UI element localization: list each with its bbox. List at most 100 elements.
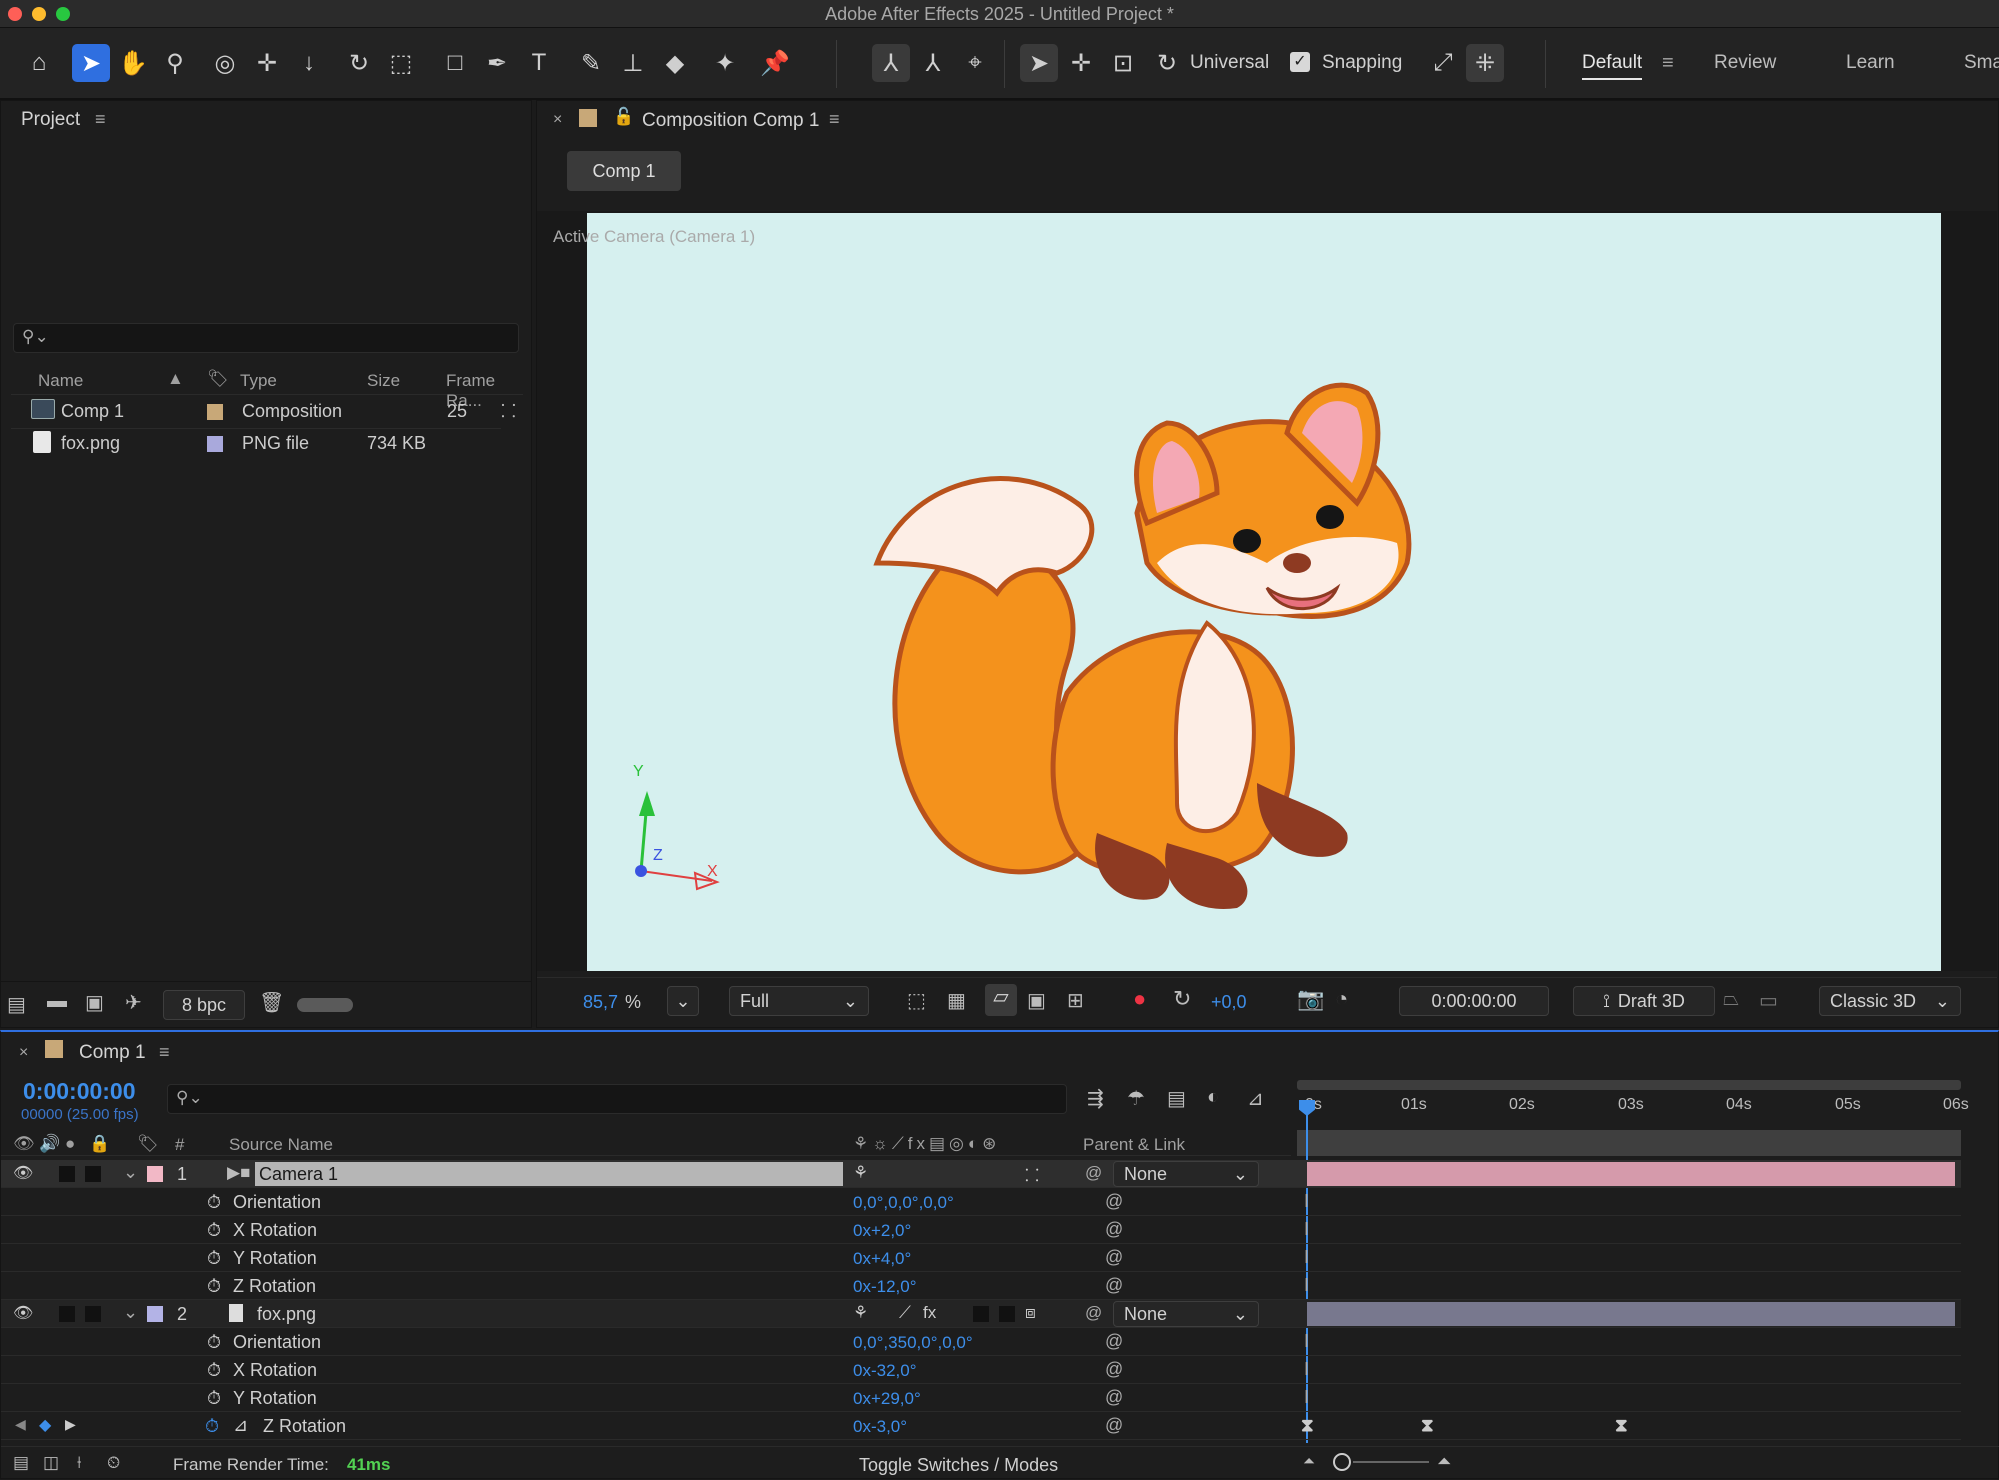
property-value[interactable]: 0,0°,350,0°,0,0° bbox=[853, 1333, 973, 1353]
label-color-swatch[interactable] bbox=[207, 436, 223, 452]
frame-blending-icon[interactable]: ▤ bbox=[1167, 1086, 1186, 1111]
column-name[interactable]: Name bbox=[38, 371, 83, 391]
close-panel-icon[interactable]: × bbox=[19, 1044, 28, 1062]
property-value[interactable]: 0x-32,0° bbox=[853, 1361, 917, 1381]
layer-row-fox[interactable]: 👁 ⌄ 2 fox.png ⚘ ⟋ fx ⧈ @ None ⌄ bbox=[1, 1300, 1961, 1328]
flowchart-icon[interactable]: ⸬ bbox=[501, 399, 516, 423]
3d-layer-switch-icon[interactable]: ⧈ bbox=[1025, 1303, 1036, 1323]
pick-whip-icon[interactable]: @ bbox=[1085, 1163, 1102, 1183]
expression-icon[interactable]: @ bbox=[1105, 1275, 1123, 1296]
viewer-area[interactable]: Active Camera (Camera 1) Y Z X bbox=[537, 211, 1997, 971]
lock-checkbox[interactable] bbox=[85, 1166, 101, 1182]
property-row-animated[interactable]: ◀ ◆ ▶ ⏱ ⊿ Z Rotation 0x-3,0° @ ⧗ ⧗ ⧗ bbox=[1, 1412, 1961, 1440]
region-of-interest-icon[interactable]: ⬚ bbox=[907, 988, 926, 1013]
property-value[interactable]: 0x+4,0° bbox=[853, 1249, 911, 1269]
expression-icon[interactable]: @ bbox=[1105, 1219, 1123, 1240]
world-axis-mode-icon[interactable]: ⅄ bbox=[914, 44, 952, 82]
3d-view-icon[interactable]: ⏥ bbox=[985, 984, 1017, 1016]
zoom-dropdown[interactable]: ⌄ bbox=[667, 986, 699, 1016]
close-panel-icon[interactable]: × bbox=[553, 111, 562, 129]
property-value[interactable]: 0x+2,0° bbox=[853, 1221, 911, 1241]
column-source-name[interactable]: Source Name bbox=[229, 1135, 333, 1155]
workspace-review[interactable]: Review bbox=[1714, 52, 1776, 74]
stopwatch-icon[interactable]: ⏱ bbox=[207, 1360, 221, 1381]
ground-plane-icon[interactable]: ⏢ bbox=[1723, 988, 1739, 1011]
eye-icon[interactable]: 👁 bbox=[13, 1303, 33, 1323]
zoom-in-icon[interactable]: ⏶ bbox=[1437, 1451, 1451, 1472]
hand-tool-icon[interactable]: ✋ bbox=[114, 44, 152, 82]
comp-breadcrumb-tab[interactable]: Comp 1 bbox=[567, 151, 681, 191]
eye-icon[interactable]: 👁 bbox=[13, 1163, 33, 1183]
property-row[interactable]: ⏱ Orientation 0,0°,350,0°,0,0° @ I bbox=[1, 1328, 1961, 1356]
expression-icon[interactable]: @ bbox=[1105, 1331, 1123, 1352]
keyframe-marker[interactable]: I bbox=[1304, 1359, 1309, 1380]
layer-switches-pane-icon[interactable]: ▤ bbox=[13, 1453, 29, 1473]
label-column-icon[interactable]: 🏷 bbox=[137, 1134, 159, 1154]
universal-label[interactable]: Universal bbox=[1190, 52, 1269, 74]
trash-icon[interactable]: 🗑 bbox=[259, 990, 284, 1015]
property-row[interactable]: ⏱ Orientation 0,0°,0,0°,0,0° @ I bbox=[1, 1188, 1961, 1216]
zoom-slider-track[interactable] bbox=[1353, 1461, 1429, 1463]
project-item-fox[interactable]: fox.png PNG file 734 KB bbox=[11, 428, 501, 458]
timeline-tab[interactable]: Comp 1 bbox=[79, 1042, 146, 1064]
extended-viewer-icon[interactable]: ▭ bbox=[1759, 988, 1778, 1013]
keyframe-marker[interactable]: I bbox=[1304, 1247, 1309, 1268]
color-channels-icon[interactable]: ● bbox=[1133, 986, 1146, 1012]
transparency-grid-icon[interactable]: ▦ bbox=[947, 988, 966, 1013]
renderer-dropdown[interactable]: Classic 3D ⌄ bbox=[1819, 986, 1961, 1016]
clone-stamp-icon[interactable]: ⊥ bbox=[614, 44, 652, 82]
solo-checkbox[interactable] bbox=[59, 1306, 75, 1322]
eraser-tool-icon[interactable]: ◆ bbox=[656, 44, 694, 82]
stopwatch-active-icon[interactable]: ⏱ bbox=[205, 1416, 219, 1437]
render-queue-icon[interactable]: ✈ bbox=[125, 990, 142, 1015]
panel-menu-icon[interactable]: ≡ bbox=[829, 109, 840, 130]
video-switch-icon[interactable]: 👁 bbox=[13, 1134, 35, 1154]
keyframe-marker[interactable]: ⧗ bbox=[1301, 1415, 1314, 1436]
snapping-checkbox[interactable]: ✓ bbox=[1290, 52, 1310, 72]
label-column-icon[interactable]: 🏷 bbox=[207, 369, 229, 389]
property-row[interactable]: ⏱ Y Rotation 0x+29,0° @ I bbox=[1, 1384, 1961, 1412]
snap-features-icon[interactable]: ⁜ bbox=[1466, 44, 1504, 82]
column-type[interactable]: Type bbox=[240, 371, 277, 391]
shy-switch-icon[interactable]: ⚘ bbox=[853, 1303, 868, 1323]
keyframe-marker[interactable]: I bbox=[1304, 1191, 1309, 1212]
workspace-small-screen[interactable]: Sma bbox=[1964, 52, 1999, 74]
expression-icon[interactable]: @ bbox=[1105, 1387, 1123, 1408]
next-keyframe-icon[interactable]: ▶ bbox=[65, 1416, 76, 1433]
thumbnail-size-slider[interactable] bbox=[297, 998, 353, 1012]
graph-editor-icon[interactable]: ⊿ bbox=[1247, 1086, 1264, 1111]
prev-keyframe-icon[interactable]: ◀ bbox=[15, 1416, 26, 1433]
add-keyframe-icon[interactable]: ◆ bbox=[39, 1415, 51, 1435]
workspace-learn[interactable]: Learn bbox=[1846, 52, 1895, 74]
bit-depth-button[interactable]: 8 bpc bbox=[163, 990, 245, 1020]
stopwatch-icon[interactable]: ⏱ bbox=[207, 1332, 221, 1353]
stopwatch-icon[interactable]: ⏱ bbox=[207, 1192, 221, 1213]
workspace-menu-icon[interactable]: ≡ bbox=[1662, 52, 1674, 75]
project-search-input[interactable]: ⚲⌄ bbox=[13, 323, 519, 353]
work-area-bar[interactable] bbox=[1297, 1080, 1961, 1090]
parent-dropdown[interactable]: None ⌄ bbox=[1113, 1301, 1259, 1327]
layer-label-swatch[interactable] bbox=[147, 1166, 163, 1182]
property-row[interactable]: ⏱ Z Rotation 0x-12,0° @ I bbox=[1, 1272, 1961, 1300]
type-tool-icon[interactable]: T bbox=[520, 44, 558, 82]
translate-gizmo-icon[interactable]: ✛ bbox=[1062, 44, 1100, 82]
switches-column-icons[interactable]: ⚘☼⟋fx▤◎◐⊛ bbox=[853, 1134, 1000, 1154]
layer-name-field[interactable] bbox=[255, 1162, 843, 1186]
composition-mini-flowchart-icon[interactable]: ⇶ bbox=[1087, 1086, 1104, 1111]
property-row[interactable]: ⏱ X Rotation 0x+2,0° @ I bbox=[1, 1216, 1961, 1244]
timeline-search-input[interactable]: ⚲⌄ bbox=[167, 1084, 1067, 1114]
mask-visibility-icon[interactable]: ▣ bbox=[1027, 988, 1046, 1013]
keyframe-marker[interactable]: I bbox=[1304, 1331, 1309, 1352]
effects-switch-icon[interactable]: fx bbox=[923, 1303, 936, 1323]
keyframe-marker[interactable]: ⧗ bbox=[1615, 1415, 1628, 1436]
time-navigator[interactable] bbox=[1297, 1130, 1961, 1156]
layer-row-camera[interactable]: 👁 ⌄ 1 ▶■ Camera 1 ⚘ ⸬ @ None ⌄ bbox=[1, 1160, 1961, 1188]
viewer-timecode[interactable]: 0:00:00:00 bbox=[1399, 986, 1549, 1016]
draft-3d-button[interactable]: ⟟ Draft 3D bbox=[1573, 986, 1715, 1016]
dolly-camera-icon[interactable]: ↓ bbox=[290, 44, 328, 82]
interpret-footage-icon[interactable]: ▤ bbox=[7, 992, 26, 1017]
layer-duration-bar[interactable] bbox=[1307, 1162, 1955, 1186]
3d-layer-switch-icon[interactable]: ⸬ bbox=[1025, 1163, 1039, 1186]
reset-exposure-icon[interactable]: ↻ bbox=[1173, 986, 1191, 1012]
selection-tool-icon[interactable]: ➤ bbox=[72, 44, 110, 82]
